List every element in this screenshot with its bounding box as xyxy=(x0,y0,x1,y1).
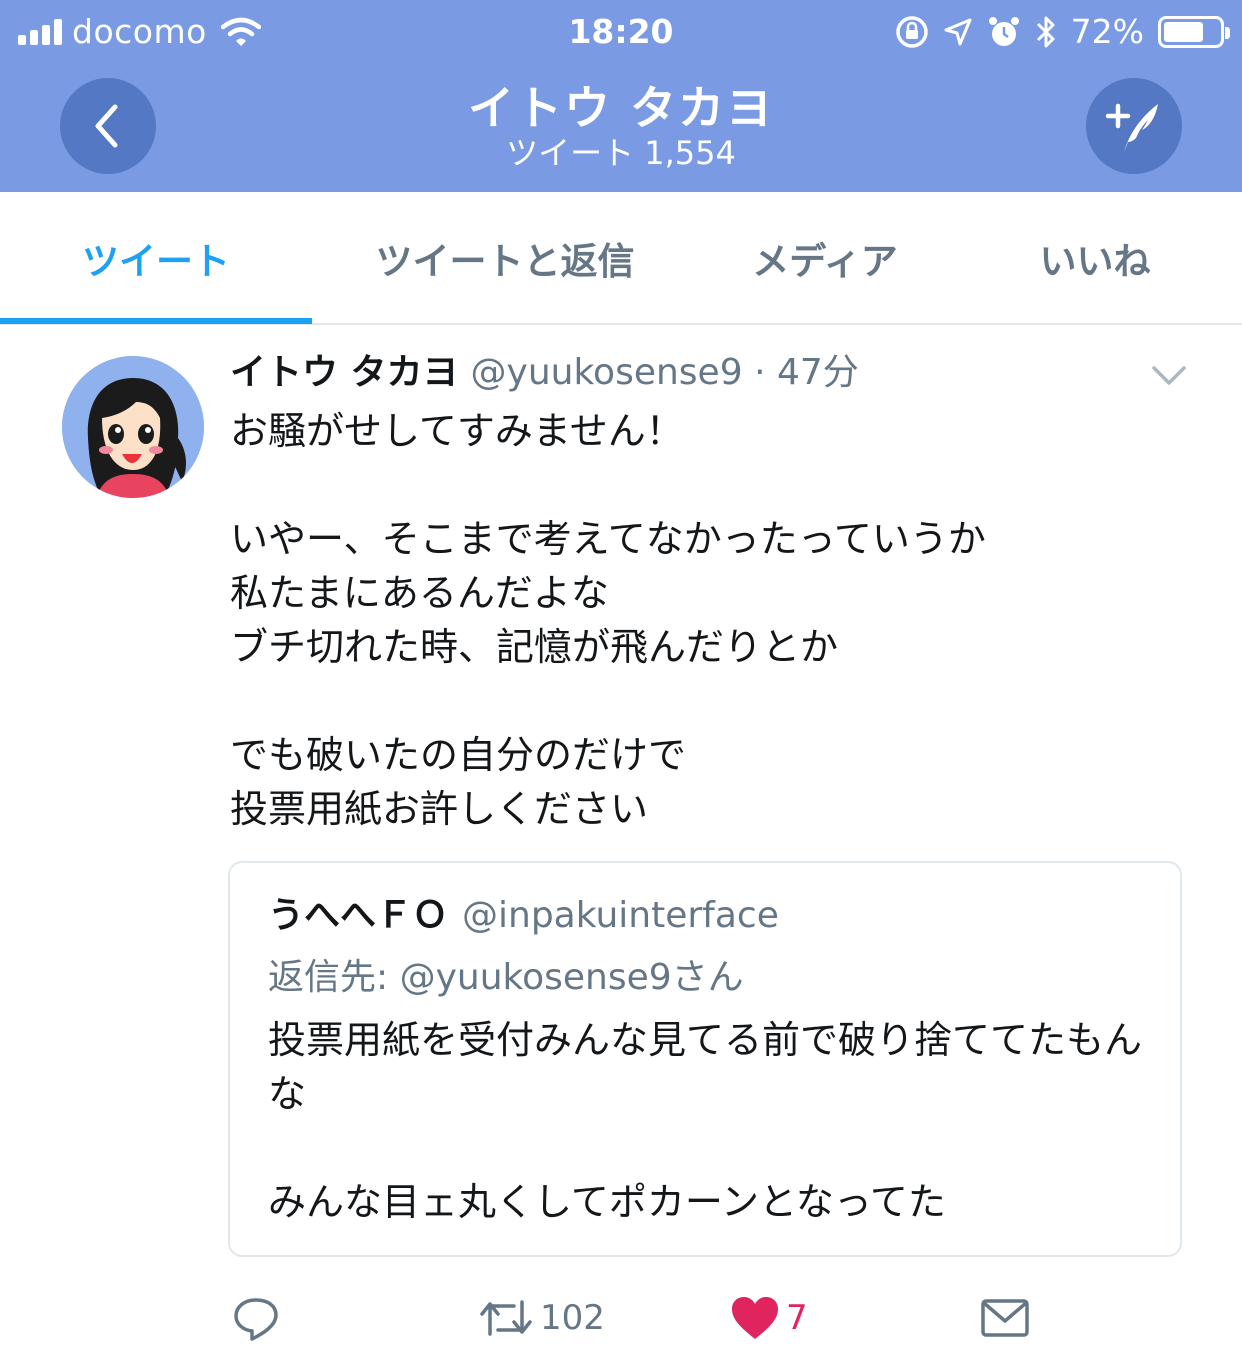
tweet-header: イトウ タカヨ @yuukosense9 · 47分 xyxy=(230,350,859,396)
bluetooth-icon xyxy=(1036,16,1055,47)
heart-icon xyxy=(732,1297,778,1339)
direct-message-button[interactable] xyxy=(980,1280,1030,1356)
like-button[interactable]: 7 xyxy=(730,1280,808,1356)
avatar-illustration xyxy=(62,356,204,498)
rotation-lock-icon xyxy=(895,15,928,48)
tweet-count: ツイート 1,554 xyxy=(506,134,736,172)
profile-tabs: ツイート ツイートと返信 メディア いいね xyxy=(0,192,1242,325)
reply-to-label: 返信先: @yuukosense9さん xyxy=(268,957,744,998)
quoted-author-handle: @inpakuinterface xyxy=(462,895,779,936)
status-bar: docomo 18:20 72% xyxy=(0,0,1242,64)
quoted-tweet-header: うへへＦＯ @inpakuinterface xyxy=(268,891,779,941)
like-count: 7 xyxy=(786,1298,808,1338)
quoted-tweet-text: 投票用紙を受付みんな見てる前で破り捨ててたもんな みんな目ェ丸くしてポカーンとな… xyxy=(268,1018,1143,1224)
retweet-icon xyxy=(480,1300,532,1336)
location-icon xyxy=(944,18,972,45)
reply-button[interactable] xyxy=(232,1280,286,1356)
active-tab-indicator xyxy=(0,318,312,324)
battery-level xyxy=(1164,21,1203,42)
envelope-icon xyxy=(981,1299,1029,1337)
quoted-author-name: うへへＦＯ xyxy=(268,895,449,936)
compose-tweet-icon xyxy=(1105,103,1158,152)
retweet-count: 102 xyxy=(540,1298,605,1338)
tab-media[interactable]: メディア xyxy=(700,192,950,323)
avatar[interactable] xyxy=(62,356,204,498)
tab-tweets-and-replies[interactable]: ツイートと返信 xyxy=(318,192,692,323)
author-name[interactable]: イトウ タカヨ xyxy=(230,352,459,393)
author-handle[interactable]: @yuukosense9 xyxy=(471,352,743,393)
alarm-icon xyxy=(988,16,1019,46)
tweet-timestamp[interactable]: 47分 xyxy=(777,352,859,393)
tab-tweets[interactable]: ツイート xyxy=(0,192,312,323)
tweet-actions: 102 7 xyxy=(0,1280,1242,1360)
battery-percentage: 72% xyxy=(1070,12,1144,51)
reply-icon xyxy=(234,1298,278,1341)
retweet-button[interactable]: 102 xyxy=(478,1280,605,1356)
tweet-text: お騒がせしてすみません！ いやー、そこまで考えてなかったっていうか 私たまにある… xyxy=(230,409,986,831)
tab-likes[interactable]: いいね xyxy=(980,192,1210,323)
profile-header: docomo 18:20 72% イトウ タカヨ ツイート 1,554 xyxy=(0,0,1242,192)
quoted-tweet[interactable]: うへへＦＯ @inpakuinterface 返信先: @yuukosense9さ… xyxy=(228,861,1182,1257)
compose-tweet-button[interactable] xyxy=(1086,78,1182,174)
battery-icon xyxy=(1158,15,1230,48)
chevron-down-icon[interactable] xyxy=(1150,362,1188,390)
separator-dot: · xyxy=(754,352,766,393)
